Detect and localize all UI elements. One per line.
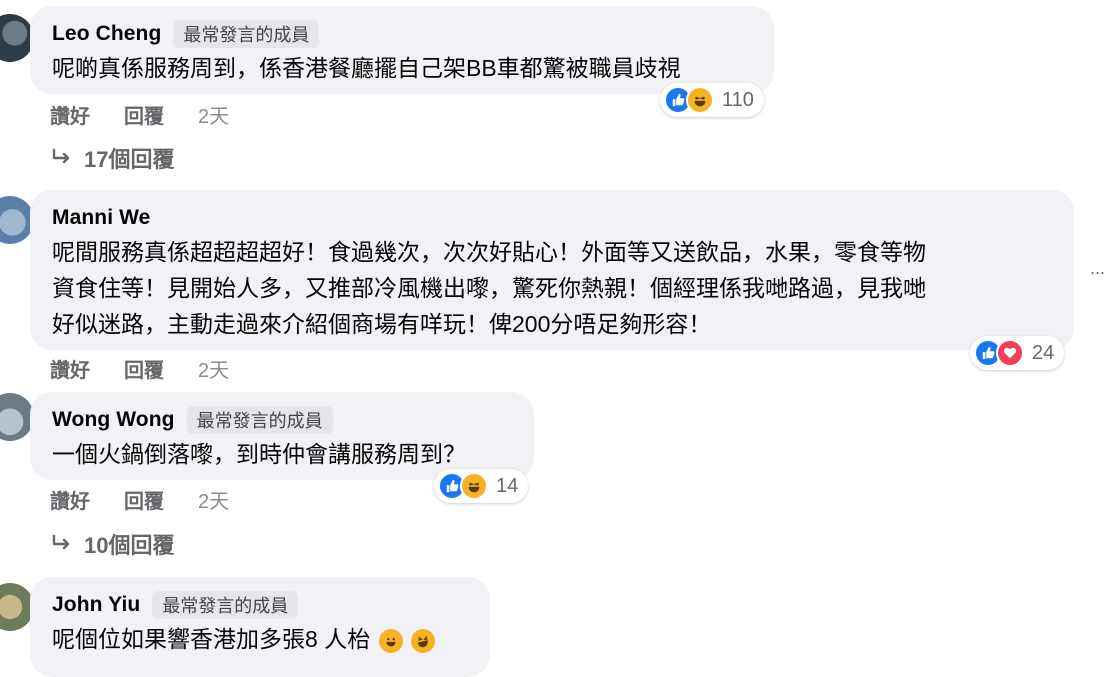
comment-author[interactable]: Manni We	[52, 206, 150, 230]
reply-button[interactable]: 回覆	[124, 354, 164, 383]
avatar[interactable]	[0, 14, 34, 62]
top-fan-badge: 最常發言的成員	[152, 591, 299, 619]
rofl-emoji-icon	[410, 629, 435, 653]
comment-text-body: 呢個位如果響香港加多張8 人枱	[52, 626, 371, 652]
reply-button[interactable]: 回覆	[124, 100, 164, 129]
top-fan-badge: 最常發言的成員	[173, 20, 320, 48]
reply-arrow-icon	[52, 148, 70, 164]
comment-actions: 讚好 回覆 2天	[50, 100, 229, 129]
comment-bubble: Wong Wong 最常發言的成員 一個火鍋倒落嚟，到時仲會講服務周到？	[30, 392, 534, 480]
reaction-summary[interactable]: 110	[660, 83, 764, 117]
like-button[interactable]: 讚好	[50, 485, 90, 514]
reaction-summary[interactable]: 14	[434, 469, 529, 503]
comment-time[interactable]: 2天	[198, 100, 229, 129]
grinning-emoji-icon	[378, 629, 403, 653]
replies-label: 17個回覆	[84, 147, 175, 172]
avatar[interactable]	[0, 393, 34, 441]
avatar[interactable]	[0, 196, 34, 244]
reaction-summary[interactable]: 24	[970, 336, 1065, 370]
comment-text: 呢個位如果響香港加多張8 人枱	[52, 621, 472, 657]
comment-bubble: John Yiu 最常發言的成員 呢個位如果響香港加多張8 人枱	[30, 577, 490, 677]
reaction-count: 110	[722, 88, 754, 111]
haha-icon	[686, 86, 714, 114]
comment-author[interactable]: Leo Cheng	[52, 22, 161, 46]
more-options-icon[interactable]: ...	[1090, 258, 1105, 279]
top-fan-badge: 最常發言的成員	[186, 406, 333, 434]
comment-text: 一個火鍋倒落嚟，到時仲會講服務周到？	[52, 441, 466, 467]
comment-time[interactable]: 2天	[198, 354, 229, 383]
comment-author[interactable]: Wong Wong	[52, 408, 175, 432]
view-replies-button[interactable]: 17個回覆	[50, 142, 174, 174]
comment-time[interactable]: 2天	[198, 485, 229, 514]
like-button[interactable]: 讚好	[50, 100, 90, 129]
comment-actions: 讚好 回覆 2天	[50, 485, 229, 514]
comment-bubble: Leo Cheng 最常發言的成員 呢啲真係服務周到，係香港餐廳擺自己架BB車都…	[30, 6, 774, 94]
comment-text: 呢啲真係服務周到，係香港餐廳擺自己架BB車都驚被職員歧視	[52, 55, 681, 81]
comment-text-line: 呢間服務真係超超超超好！食過幾次，次次好貼心！外面等又送飲品，水果，零食等物	[52, 239, 926, 265]
comment-author[interactable]: John Yiu	[52, 593, 140, 617]
like-button[interactable]: 讚好	[50, 354, 90, 383]
reply-arrow-icon	[52, 534, 70, 550]
comment-actions: 讚好 回覆 2天	[50, 354, 229, 383]
love-icon	[996, 339, 1024, 367]
avatar[interactable]	[0, 583, 34, 631]
comment-text-line: 資食住等！見開始人多，又推部冷風機出嚟，驚死你熱親！個經理係我哋路過，見我哋	[52, 275, 926, 301]
comment-text-line: 好似迷路，主動走過來介紹個商場有咩玩！俾200分唔足夠形容！	[52, 311, 712, 337]
reply-button[interactable]: 回覆	[124, 485, 164, 514]
view-replies-button[interactable]: 10個回覆	[50, 528, 174, 560]
haha-icon	[460, 472, 488, 500]
comment-bubble: Manni We 呢間服務真係超超超超好！食過幾次，次次好貼心！外面等又送飲品，…	[30, 190, 1074, 350]
replies-label: 10個回覆	[84, 533, 175, 558]
reaction-count: 24	[1032, 341, 1055, 364]
comment-text: 呢間服務真係超超超超好！食過幾次，次次好貼心！外面等又送飲品，水果，零食等物 資…	[52, 234, 1056, 342]
reaction-count: 14	[496, 474, 519, 497]
